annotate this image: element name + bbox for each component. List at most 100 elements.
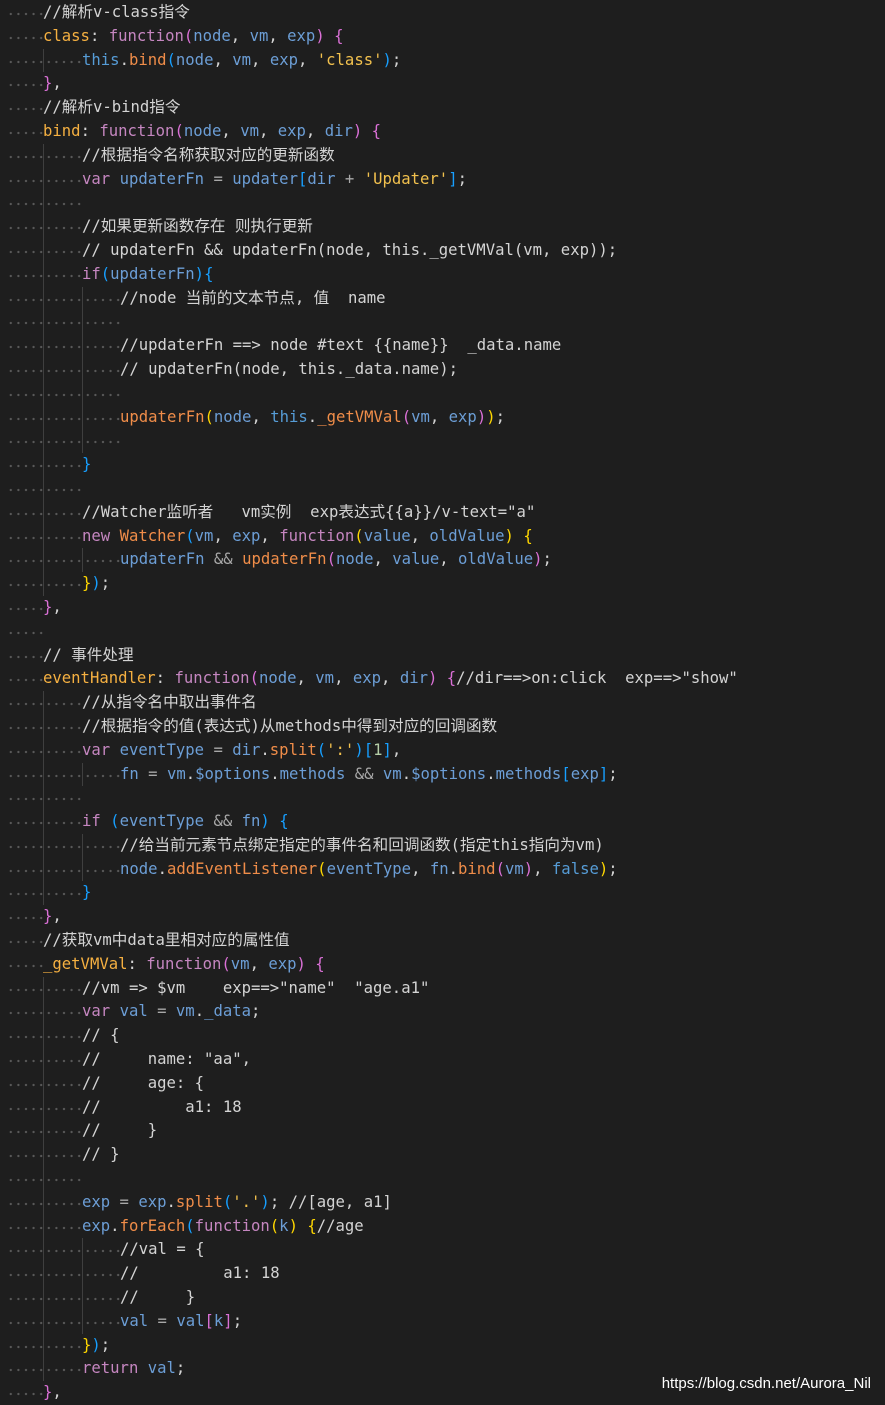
- code-line[interactable]: // a1: 18: [0, 1262, 885, 1287]
- code-line[interactable]: [0, 191, 885, 216]
- indent-guide-line: [82, 1238, 83, 1263]
- code-line[interactable]: fn = vm.$options.methods && vm.$options.…: [0, 762, 885, 787]
- code-line[interactable]: // age: {: [0, 1071, 885, 1096]
- whitespace-dots: [82, 357, 120, 382]
- code-line[interactable]: bind: function(node, vm, exp, dir) {: [0, 119, 885, 144]
- whitespace-dots: [43, 1286, 81, 1310]
- whitespace-dots: [5, 857, 43, 882]
- code-line[interactable]: //Watcher监听者 vm实例 exp表达式{{a}}/v-text="a": [0, 500, 885, 525]
- code-line[interactable]: });: [0, 1333, 885, 1358]
- whitespace-dots: [43, 833, 81, 858]
- code-line[interactable]: //解析v-class指令: [0, 1, 885, 25]
- code-line[interactable]: eventHandler: function(node, vm, exp, di…: [0, 667, 885, 692]
- whitespace-dots: [5, 381, 43, 406]
- code-token: dir: [307, 169, 336, 188]
- code-token: ): [296, 954, 306, 973]
- code-line[interactable]: [0, 429, 885, 454]
- code-token: k: [279, 1216, 289, 1235]
- code-line[interactable]: // }: [0, 1119, 885, 1144]
- code-line[interactable]: [0, 619, 885, 644]
- indent-guide-line: [43, 1262, 44, 1287]
- code-token: //根据指令的值(表达式)从methods中得到对应的回调函数: [82, 716, 498, 735]
- code-line[interactable]: var eventType = dir.split(':')[1],: [0, 738, 885, 763]
- whitespace-dots: [43, 1119, 81, 1144]
- code-token: var: [82, 169, 111, 188]
- code-text: this.bind(node, vm, exp, 'class');: [82, 49, 401, 73]
- code-token: (: [183, 26, 194, 45]
- code-line[interactable]: // {: [0, 1024, 885, 1049]
- code-line[interactable]: new Watcher(vm, exp, function(value, old…: [0, 524, 885, 549]
- code-line[interactable]: // }: [0, 1286, 885, 1310]
- indent-guide-line: [43, 310, 44, 335]
- code-line[interactable]: if(updaterFn){: [0, 262, 885, 287]
- indent-guide-line: [43, 476, 44, 501]
- code-line[interactable]: this.bind(node, vm, exp, 'class');: [0, 48, 885, 73]
- code-line[interactable]: },: [0, 595, 885, 620]
- code-token: }: [82, 574, 92, 593]
- code-line[interactable]: [0, 381, 885, 406]
- code-line[interactable]: //给当前元素节点绑定指定的事件名和回调函数(指定this指向为vm): [0, 833, 885, 858]
- code-line[interactable]: var val = vm._data;: [0, 1000, 885, 1025]
- code-line[interactable]: }: [0, 881, 885, 906]
- indent-guide-line: [43, 881, 44, 906]
- code-line[interactable]: }: [0, 453, 885, 477]
- code-line[interactable]: //updaterFn ==> node #text {{name}} _dat…: [0, 334, 885, 358]
- code-line[interactable]: //从指令名中取出事件名: [0, 691, 885, 715]
- code-token: .: [270, 764, 280, 783]
- code-token: ,: [297, 50, 317, 69]
- code-line[interactable]: //val = {: [0, 1238, 885, 1263]
- code-line[interactable]: [0, 476, 885, 501]
- code-token: {: [204, 264, 214, 283]
- code-token: ,: [268, 26, 288, 45]
- whitespace-dots: [82, 405, 120, 430]
- code-token: ;: [100, 1335, 111, 1354]
- code-line[interactable]: // a1: 18: [0, 1095, 885, 1120]
- code-token: [: [297, 169, 308, 188]
- code-token: //age: [316, 1216, 364, 1235]
- code-token: _data: [204, 1002, 252, 1021]
- code-token: &&: [204, 550, 243, 569]
- code-line[interactable]: exp = exp.split('.'); //[age, a1]: [0, 1190, 885, 1215]
- code-line[interactable]: updaterFn && updaterFn(node, value, oldV…: [0, 548, 885, 573]
- code-token: vm: [175, 1002, 195, 1021]
- code-line[interactable]: updaterFn(node, this._getVMVal(vm, exp))…: [0, 405, 885, 430]
- code-line[interactable]: //根据指令的值(表达式)从methods中得到对应的回调函数: [0, 714, 885, 739]
- code-line[interactable]: var updaterFn = updater[dir + 'Updater']…: [0, 167, 885, 192]
- code-line[interactable]: },: [0, 72, 885, 97]
- code-line[interactable]: // 事件处理: [0, 643, 885, 668]
- code-line[interactable]: exp.forEach(function(k) {//age: [0, 1214, 885, 1239]
- code-token: exp: [352, 669, 382, 688]
- code-line[interactable]: node.addEventListener(eventType, fn.bind…: [0, 857, 885, 882]
- code-token: eventType: [326, 859, 412, 878]
- indent-guide-line: [43, 1119, 44, 1144]
- code-line[interactable]: [0, 786, 885, 811]
- code-line[interactable]: class: function(node, vm, exp) {: [0, 24, 885, 49]
- code-text: //updaterFn ==> node #text {{name}} _dat…: [120, 334, 561, 358]
- code-editor[interactable]: //解析v-class指令 class: function(node, vm, e…: [0, 1, 885, 1405]
- code-line[interactable]: val = val[k];: [0, 1309, 885, 1334]
- code-line[interactable]: _getVMVal: function(vm, exp) {: [0, 952, 885, 977]
- code-line[interactable]: [0, 310, 885, 335]
- code-line[interactable]: });: [0, 572, 885, 596]
- code-line[interactable]: //根据指令名称获取对应的更新函数: [0, 143, 885, 168]
- code-token: ;: [269, 1192, 289, 1211]
- code-token: ':': [326, 740, 355, 759]
- code-line[interactable]: // name: "aa",: [0, 1048, 885, 1072]
- code-line[interactable]: //如果更新函数存在 则执行更新: [0, 215, 885, 239]
- code-line[interactable]: },: [0, 905, 885, 930]
- code-line[interactable]: // }: [0, 1143, 885, 1168]
- code-line[interactable]: // updaterFn && updaterFn(node, this._ge…: [0, 238, 885, 263]
- whitespace-dots: [82, 1238, 120, 1263]
- code-line[interactable]: // updaterFn(node, this._data.name);: [0, 357, 885, 382]
- whitespace-dots: [5, 96, 43, 120]
- code-line[interactable]: [0, 1167, 885, 1191]
- code-line[interactable]: //解析v-bind指令: [0, 96, 885, 120]
- code-line[interactable]: //node 当前的文本节点, 值 name: [0, 286, 885, 311]
- code-token: {: [315, 954, 325, 973]
- code-token: (: [221, 954, 231, 973]
- code-line[interactable]: //vm => $vm exp==>"name" "age.a1": [0, 976, 885, 1001]
- code-line[interactable]: if (eventType && fn) {: [0, 810, 885, 834]
- code-line[interactable]: //获取vm中data里相对应的属性值: [0, 929, 885, 953]
- code-token: _getVMVal: [317, 407, 402, 426]
